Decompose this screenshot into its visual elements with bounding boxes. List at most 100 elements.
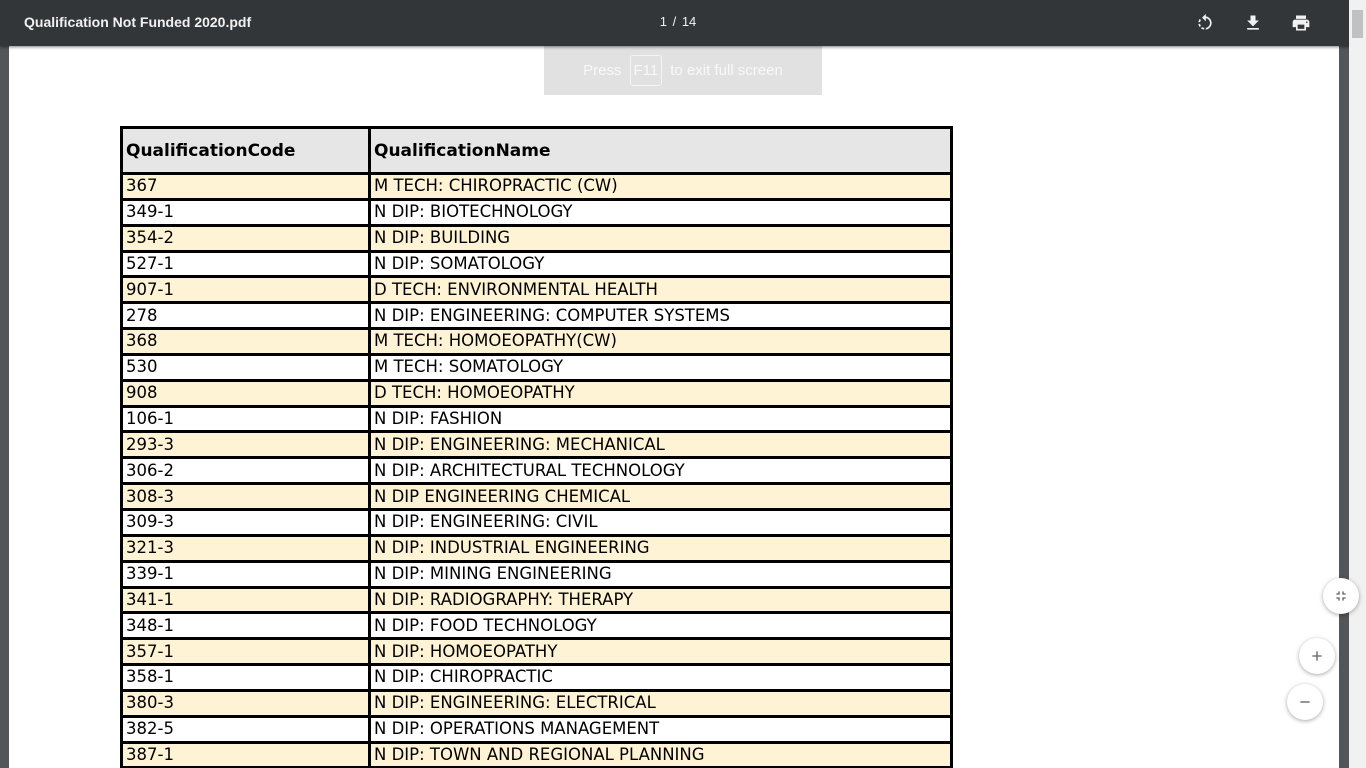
table-row: 530 M TECH: SOMATOLOGY xyxy=(120,352,953,382)
table-row: 380-3 N DIP: ENGINEERING: ELECTRICAL xyxy=(120,688,953,718)
zoom-in-icon xyxy=(1312,651,1322,661)
zoom-in-button[interactable] xyxy=(1299,638,1335,674)
page-indicator: 1 / 14 xyxy=(640,14,716,29)
hint-prefix: Press xyxy=(583,62,622,79)
pdf-toolbar: Qualification Not Funded 2020.pdf 1 / 14 xyxy=(0,0,1366,46)
qualification-code-cell: 527-1 xyxy=(120,249,371,279)
qualification-name-cell: N DIP: SOMATOLOGY xyxy=(368,249,953,279)
qualification-code-cell: 530 xyxy=(120,352,371,382)
zoom-out-button[interactable] xyxy=(1287,684,1323,720)
qualification-name-cell: N DIP: CHIROPRACTIC xyxy=(368,663,953,692)
qualification-code-cell: 354-2 xyxy=(120,223,371,253)
qualification-code-cell: 367 xyxy=(120,172,371,201)
qualification-code-cell: 382-5 xyxy=(120,714,371,744)
qualification-name-cell: N DIP: FOOD TECHNOLOGY xyxy=(368,611,953,641)
qualification-name-cell: N DIP: TOWN AND REGIONAL PLANNING xyxy=(368,740,953,768)
total-pages: 14 xyxy=(681,14,697,29)
table-row: 309-3 N DIP: ENGINEERING: CIVIL xyxy=(120,507,953,537)
qualification-code-cell: 106-1 xyxy=(120,404,371,434)
qualification-code-cell: 308-3 xyxy=(120,482,371,511)
f11-key-label: F11 xyxy=(629,55,663,86)
table-row: 321-3 N DIP: INDUSTRIAL ENGINEERING xyxy=(120,533,953,563)
qualification-name-cell: M TECH: HOMOEOPATHY(CW) xyxy=(368,327,953,356)
table-row: 387-1 N DIP: TOWN AND REGIONAL PLANNING xyxy=(120,740,953,768)
qualification-name-cell: N DIP: RADIOGRAPHY: THERAPY xyxy=(368,585,953,615)
zoom-out-icon xyxy=(1300,701,1310,703)
table-row: 106-1 N DIP: FASHION xyxy=(120,404,953,434)
table-header-row: QualificationCode QualificationName xyxy=(120,126,953,175)
qualification-name-cell: M TECH: SOMATOLOGY xyxy=(368,352,953,382)
table-row: 527-1 N DIP: SOMATOLOGY xyxy=(120,249,953,279)
vertical-scrollbar[interactable] xyxy=(1349,0,1366,768)
qualification-name-cell: M TECH: CHIROPRACTIC (CW) xyxy=(368,172,953,201)
table-row: 908 D TECH: HOMOEOPATHY xyxy=(120,378,953,408)
rotate-icon xyxy=(1198,13,1212,30)
table-row: 349-1 N DIP: BIOTECHNOLOGY xyxy=(120,197,953,227)
qualification-code-cell: 908 xyxy=(120,378,371,408)
qualification-code-cell: 358-1 xyxy=(120,663,371,692)
fullscreen-exit-hint: Press F11 to exit full screen xyxy=(544,46,822,95)
table-row: 357-1 N DIP: HOMOEOPATHY xyxy=(120,637,953,667)
qualification-name-cell: N DIP: BUILDING xyxy=(368,223,953,253)
fit-to-page-button[interactable] xyxy=(1323,578,1359,614)
table-row: 341-1 N DIP: RADIOGRAPHY: THERAPY xyxy=(120,585,953,615)
qualification-code-cell: 309-3 xyxy=(120,507,371,537)
qualification-name-cell: N DIP: OPERATIONS MANAGEMENT xyxy=(368,714,953,744)
qualification-code-cell: 387-1 xyxy=(120,740,371,768)
qualification-name-cell: N DIP: INDUSTRIAL ENGINEERING xyxy=(368,533,953,563)
qualification-name-cell: D TECH: HOMOEOPATHY xyxy=(368,378,953,408)
fit-to-page-icon xyxy=(1336,591,1346,601)
qualification-code-cell: 306-2 xyxy=(120,456,371,486)
print-icon xyxy=(1292,15,1310,31)
qualification-code-cell: 339-1 xyxy=(120,559,371,589)
qualification-name-cell: N DIP: ENGINEERING: COMPUTER SYSTEMS xyxy=(368,301,953,331)
qualification-code-cell: 278 xyxy=(120,301,371,331)
qualification-code-cell: 349-1 xyxy=(120,197,371,227)
qualification-name-cell: N DIP: ENGINEERING: MECHANICAL xyxy=(368,430,953,460)
qualification-code-cell: 907-1 xyxy=(120,275,371,305)
qualification-name-cell: N DIP: BIOTECHNOLOGY xyxy=(368,197,953,227)
qualification-name-cell: N DIP: FASHION xyxy=(368,404,953,434)
print-button[interactable] xyxy=(1286,8,1316,38)
download-icon xyxy=(1247,15,1259,30)
qualification-name-cell: N DIP: ENGINEERING: CIVIL xyxy=(368,507,953,537)
header-qualification-code: QualificationCode xyxy=(120,126,371,175)
current-page-number[interactable]: 1 xyxy=(659,14,668,29)
pdf-viewer[interactable]: QualificationCode QualificationName 367 M… xyxy=(0,46,1366,768)
qualification-code-cell: 341-1 xyxy=(120,585,371,615)
scrollbar-thumb[interactable] xyxy=(1352,10,1363,38)
table-body: 367 M TECH: CHIROPRACTIC (CW) 349-1 N DIP:… xyxy=(120,172,953,768)
qualification-code-cell: 321-3 xyxy=(120,533,371,563)
qualification-code-cell: 380-3 xyxy=(120,688,371,718)
table-row: 308-3 N DIP ENGINEERING CHEMICAL xyxy=(120,482,953,511)
table-row: 339-1 N DIP: MINING ENGINEERING xyxy=(120,559,953,589)
page-separator: / xyxy=(672,14,677,29)
qualification-name-cell: D TECH: ENVIRONMENTAL HEALTH xyxy=(368,275,953,305)
qualification-name-cell: N DIP: ENGINEERING: ELECTRICAL xyxy=(368,688,953,718)
table-row: 278 N DIP: ENGINEERING: COMPUTER SYSTEMS xyxy=(120,301,953,331)
qualification-name-cell: N DIP: ARCHITECTURAL TECHNOLOGY xyxy=(368,456,953,486)
document-title: Qualification Not Funded 2020.pdf xyxy=(24,14,252,30)
qualification-name-cell: N DIP: HOMOEOPATHY xyxy=(368,637,953,667)
table-row: 358-1 N DIP: CHIROPRACTIC xyxy=(120,663,953,692)
qualification-code-cell: 348-1 xyxy=(120,611,371,641)
qualification-code-cell: 293-3 xyxy=(120,430,371,460)
header-qualification-name: QualificationName xyxy=(368,126,953,175)
table-row: 293-3 N DIP: ENGINEERING: MECHANICAL xyxy=(120,430,953,460)
qualification-code-cell: 368 xyxy=(120,327,371,356)
table-row: 354-2 N DIP: BUILDING xyxy=(120,223,953,253)
qualification-name-cell: N DIP: MINING ENGINEERING xyxy=(368,559,953,589)
table-row: 367 M TECH: CHIROPRACTIC (CW) xyxy=(120,172,953,201)
qualification-table: QualificationCode QualificationName 367 M… xyxy=(120,126,953,768)
table-row: 348-1 N DIP: FOOD TECHNOLOGY xyxy=(120,611,953,641)
rotate-button[interactable] xyxy=(1190,8,1220,38)
table-row: 382-5 N DIP: OPERATIONS MANAGEMENT xyxy=(120,714,953,744)
qualification-code-cell: 357-1 xyxy=(120,637,371,667)
table-row: 306-2 N DIP: ARCHITECTURAL TECHNOLOGY xyxy=(120,456,953,486)
pdf-page: QualificationCode QualificationName 367 M… xyxy=(9,46,1339,768)
table-row: 368 M TECH: HOMOEOPATHY(CW) xyxy=(120,327,953,356)
qualification-name-cell: N DIP ENGINEERING CHEMICAL xyxy=(368,482,953,511)
hint-suffix: to exit full screen xyxy=(670,62,783,79)
download-button[interactable] xyxy=(1238,8,1268,38)
table-row: 907-1 D TECH: ENVIRONMENTAL HEALTH xyxy=(120,275,953,305)
